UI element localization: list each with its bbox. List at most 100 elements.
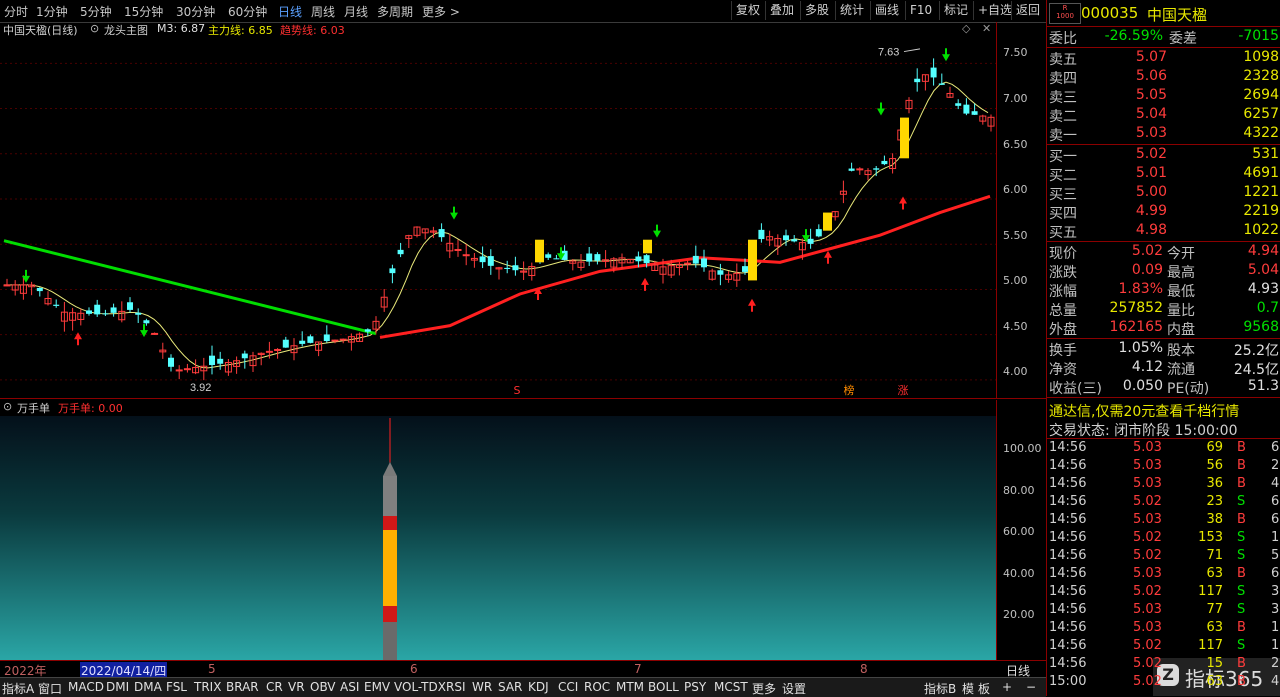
indicator-tab[interactable]: OBV [310, 680, 336, 694]
fund-label: 换手 [1049, 343, 1077, 359]
indicator-tab[interactable]: 设置 [782, 680, 806, 697]
sub-indicator-name[interactable]: 万手单 [17, 400, 50, 416]
indicator-tab[interactable]: KDJ [528, 680, 549, 694]
fuquan-button[interactable]: 复权 [731, 1, 764, 20]
chevron-down-icon[interactable]: ⊙ [90, 22, 99, 35]
candle-body-down [36, 287, 43, 292]
bid-label: 买一 [1049, 149, 1077, 165]
indicator-tab[interactable]: MTM [616, 680, 644, 694]
sell-arrow-icon [653, 224, 661, 238]
signal-candle [823, 212, 832, 231]
indicator-tab[interactable]: CCI [558, 680, 578, 694]
overlay-button[interactable]: 叠加 [765, 1, 798, 20]
candle-body-down [364, 329, 371, 332]
period-30min[interactable]: 30分钟 [176, 3, 215, 20]
indicator-tab[interactable]: DMA [134, 680, 162, 694]
multistock-button[interactable]: 多股 [800, 1, 833, 20]
period-multi[interactable]: 多周期 [377, 3, 413, 20]
period-fenshi[interactable]: 分时 [4, 3, 28, 20]
promo-link[interactable]: 通达信,仅需20元查看千档行情 [1049, 401, 1239, 421]
indicator-tab-right[interactable]: 模 [962, 680, 974, 697]
indicator-tab[interactable]: BOLL [648, 680, 679, 694]
ask-price: 5.07 [1135, 49, 1167, 65]
weibi-value: -26.59% [1104, 28, 1163, 44]
period-more[interactable]: 更多 > [422, 3, 460, 20]
period-60min[interactable]: 60分钟 [228, 3, 267, 20]
candle-body-up [3, 284, 11, 287]
indicator-tab[interactable]: VR [288, 680, 305, 694]
pane-divider[interactable] [0, 398, 1046, 399]
indicator-tab[interactable]: EMV [364, 680, 390, 694]
bid-row: 买二 5.01 4691 [1047, 165, 1280, 184]
indicator-tab[interactable]: TRIX [194, 680, 221, 694]
indicator-tab[interactable]: BRAR [226, 680, 259, 694]
indicator-tab[interactable]: WR [472, 680, 492, 694]
period-weekly[interactable]: 周线 [311, 3, 335, 20]
close-icon[interactable]: ✕ [982, 22, 991, 35]
indicator-tab[interactable]: SAR [498, 680, 522, 694]
f10-button[interactable]: F10 [905, 1, 936, 20]
add-watchlist-button[interactable]: +自选 [973, 1, 1016, 20]
indicator-tab[interactable]: ASI [340, 680, 359, 694]
indicator-tab[interactable]: PSY [684, 680, 706, 694]
candle-body-down [815, 229, 822, 237]
fund-label: PE(动) [1167, 381, 1210, 397]
tick-side: B [1237, 656, 1246, 671]
fund-label: 流通 [1167, 362, 1195, 378]
stats-button[interactable]: 统计 [835, 1, 868, 20]
sub-tick: 80.00 [1003, 484, 1035, 497]
candle-body-down [127, 302, 133, 310]
bid-price: 4.99 [1135, 203, 1167, 219]
stat-label: 最低 [1167, 284, 1195, 300]
tick-side: B [1237, 440, 1246, 455]
candle-body-down [914, 78, 921, 83]
period-15min[interactable]: 15分钟 [124, 3, 163, 20]
tick-price: 5.02 [1133, 674, 1162, 689]
back-button[interactable]: 返回 [1011, 1, 1044, 20]
period-daily[interactable]: 日线 [278, 3, 302, 20]
candle-body-down [930, 67, 937, 78]
chevron-down-icon[interactable]: ⊙ [3, 400, 12, 413]
indicator-name[interactable]: 龙头主图 [104, 22, 148, 38]
tick-side: S [1237, 494, 1246, 509]
diamond-icon[interactable]: ◇ [962, 22, 970, 35]
indicator-tab[interactable]: VOL-TDX [394, 680, 446, 694]
candle-body-down [742, 266, 748, 272]
indicator-tab-right[interactable]: 板 [978, 680, 990, 697]
indicator-tab[interactable]: CR [266, 680, 283, 694]
ask-label: 卖四 [1049, 71, 1077, 87]
candlestick-chart[interactable]: 7.63 3.92 S 榜 涨 [0, 38, 996, 398]
indicator-tab[interactable]: FSL [166, 680, 187, 694]
indicator-tab[interactable]: MCST [714, 680, 748, 694]
indicator-tab-right[interactable]: − [1026, 680, 1036, 694]
fund-value: 24.5亿 [1233, 362, 1279, 378]
bid-label: 买三 [1049, 187, 1077, 203]
draw-button[interactable]: 画线 [870, 1, 903, 20]
indicator-tab[interactable]: RSI [446, 680, 466, 694]
indicator-tab[interactable]: 窗口 [38, 680, 62, 697]
indicator-tab[interactable]: DMI [106, 680, 129, 694]
stat-row: 涨幅 1.83% 最低 4.93 [1047, 281, 1280, 300]
mark-button[interactable]: 标记 [939, 1, 972, 20]
tick-price: 5.03 [1133, 440, 1162, 455]
tick-row: 14:56 5.03 63 B 6 [1047, 566, 1280, 584]
indicator-tab[interactable]: MACD [68, 680, 104, 694]
indicator-tab[interactable]: 指标A [2, 680, 34, 697]
indicator-tab-right[interactable]: + [1002, 680, 1012, 694]
indicator-tab[interactable]: ROC [584, 680, 610, 694]
tick-row: 14:56 5.03 63 B 1 [1047, 620, 1280, 638]
period-5min[interactable]: 5分钟 [80, 3, 112, 20]
period-1min[interactable]: 1分钟 [36, 3, 68, 20]
period-monthly[interactable]: 月线 [344, 3, 368, 20]
wanshoudan-chart[interactable] [0, 416, 996, 660]
stat-value: 0.09 [1131, 262, 1163, 278]
indicator-tab[interactable]: 更多 [752, 680, 776, 697]
event-marker: S [514, 384, 521, 397]
candle-body-down [791, 239, 798, 242]
indicator-tab-right[interactable]: 指标B [924, 680, 956, 697]
period-toolbar: 分时 1分钟 5分钟 15分钟 30分钟 60分钟 日线 周线 月线 多周期 更… [0, 0, 1046, 23]
tick-price: 5.02 [1133, 548, 1162, 563]
tick-time: 14:56 [1049, 512, 1087, 527]
tick-row: 14:56 5.02 153 S 18 [1047, 530, 1280, 548]
tick-volume: 153 [1198, 530, 1223, 545]
